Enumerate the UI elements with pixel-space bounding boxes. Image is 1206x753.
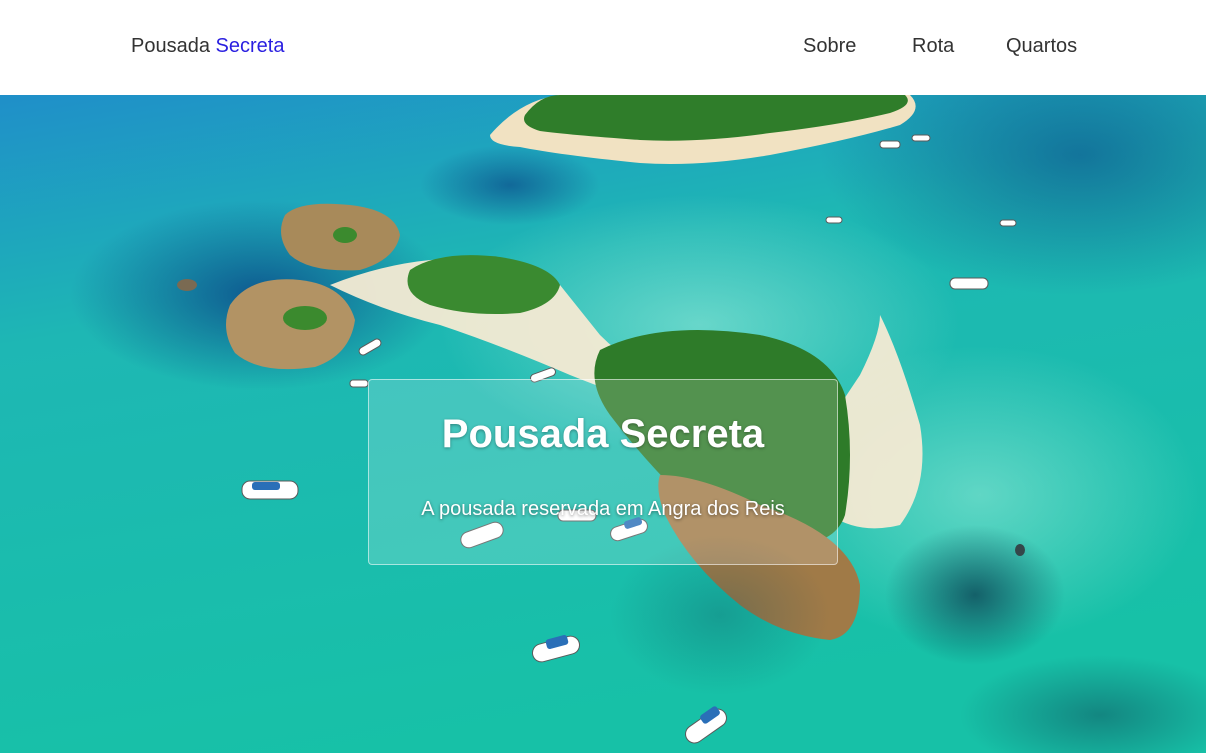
nav-link-sobre[interactable]: Sobre xyxy=(803,35,856,58)
hero-card: Pousada Secreta A pousada reservada em A… xyxy=(368,379,838,565)
top-navbar: Pousada Secreta Sobre Rota Quartos xyxy=(0,0,1206,95)
nav-link-quartos[interactable]: Quartos xyxy=(1006,35,1077,58)
hero-subtitle: A pousada reservada em Angra dos Reis xyxy=(421,498,785,520)
nav-link-rota[interactable]: Rota xyxy=(912,35,954,58)
hero-section: Pousada Secreta A pousada reservada em A… xyxy=(0,95,1206,753)
main-nav: Sobre Rota Quartos xyxy=(0,35,1206,63)
hero-title: Pousada Secreta xyxy=(441,412,765,456)
